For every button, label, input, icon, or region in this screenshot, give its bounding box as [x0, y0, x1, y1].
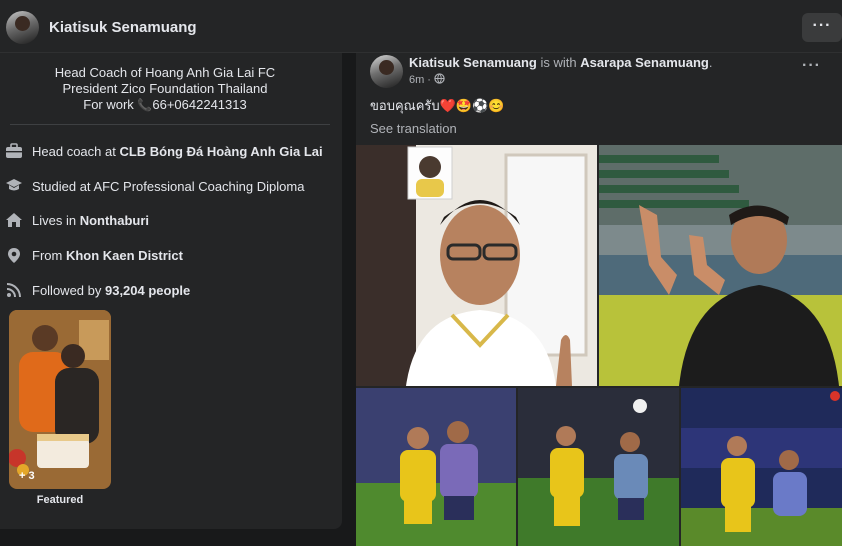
featured-count: + 3 — [19, 470, 35, 482]
intro-item-from: From Khon Kaen District — [5, 245, 183, 265]
location-pin-icon — [5, 246, 23, 264]
more-options-button[interactable]: ··· — [802, 13, 842, 42]
post-photo-match-3[interactable] — [681, 388, 842, 546]
post-card: Kiatisuk Senamuang is with Asarapa Senam… — [356, 53, 842, 546]
profile-top-bar: Kiatisuk Senamuang ··· — [0, 0, 842, 53]
featured-photo — [9, 310, 111, 489]
bio-work-label: For work — [83, 97, 138, 112]
phone-icon: 📞 — [137, 98, 153, 112]
bio-phone: 66+0642241313 — [152, 97, 247, 112]
match-photo-3 — [681, 388, 842, 546]
profile-name[interactable]: Kiatisuk Senamuang — [49, 19, 197, 36]
post-text: ขอบคุณครับ❤️🤩⚽😊 — [370, 98, 505, 113]
post-photo-gesture[interactable] — [599, 145, 842, 386]
see-translation-link[interactable]: See translation — [370, 121, 457, 136]
gesture-photo — [599, 145, 842, 386]
intro-item-lives: Lives in Nonthaburi — [5, 210, 149, 230]
intro-item-education: Studied at AFC Professional Coaching Dip… — [5, 176, 304, 196]
post-photo-match-1[interactable] — [356, 388, 516, 546]
divider — [10, 124, 330, 125]
profile-avatar[interactable] — [6, 11, 39, 44]
post-timestamp[interactable]: 6m — [409, 74, 424, 86]
followers-link[interactable]: 93,204 people — [105, 283, 190, 298]
post-photo-match-2[interactable] — [518, 388, 679, 546]
bio-line-2: President Zico Foundation Thailand — [62, 81, 268, 96]
workplace-link[interactable]: CLB Bóng Đá Hoàng Anh Gia Lai — [119, 144, 322, 159]
home-icon — [5, 211, 23, 229]
intro-item-text: Head coach at CLB Bóng Đá Hoàng Anh Gia … — [32, 143, 323, 159]
intro-item-followers: Followed by 93,204 people — [5, 280, 190, 300]
selfie-photo — [356, 145, 597, 386]
post-options-button[interactable]: ··· — [802, 57, 821, 75]
intro-item-text: From Khon Kaen District — [32, 247, 183, 263]
briefcase-icon — [5, 142, 23, 160]
post-emojis: ❤️🤩⚽😊 — [439, 98, 505, 113]
featured-collection-thumbnail[interactable]: + 3 — [9, 310, 111, 489]
bio: Head Coach of Hoang Anh Gia Lai FC Presi… — [0, 65, 330, 113]
intro-item-text: Lives in Nonthaburi — [32, 212, 150, 228]
post-author-avatar[interactable] — [370, 55, 403, 88]
graduation-cap-icon — [5, 177, 23, 195]
hometown-link[interactable]: Khon Kaen District — [66, 248, 183, 263]
rss-icon — [5, 281, 23, 299]
post-header: Kiatisuk Senamuang is with Asarapa Senam… — [409, 55, 713, 70]
intro-item-work: Head coach at CLB Bóng Đá Hoàng Anh Gia … — [5, 141, 323, 161]
education-link[interactable]: Studied at AFC Professional Coaching Dip… — [32, 179, 304, 194]
post-meta: 6m · — [409, 73, 445, 87]
globe-icon — [434, 73, 445, 87]
post-author-link[interactable]: Kiatisuk Senamuang — [409, 55, 537, 70]
intro-item-text: Followed by 93,204 people — [32, 282, 191, 298]
bio-line-1: Head Coach of Hoang Anh Gia Lai FC — [54, 65, 276, 80]
match-photo-1 — [356, 388, 516, 546]
intro-card: Head Coach of Hoang Anh Gia Lai FC Presi… — [0, 53, 342, 529]
post-photo-selfie[interactable] — [356, 145, 597, 386]
tagged-user-link[interactable]: Asarapa Senamuang — [580, 55, 709, 70]
bio-line-3: For work 📞66+0642241313 — [0, 97, 330, 113]
current-city-link[interactable]: Nonthaburi — [80, 213, 149, 228]
match-photo-2 — [518, 388, 679, 546]
featured-label: Featured — [36, 494, 84, 506]
